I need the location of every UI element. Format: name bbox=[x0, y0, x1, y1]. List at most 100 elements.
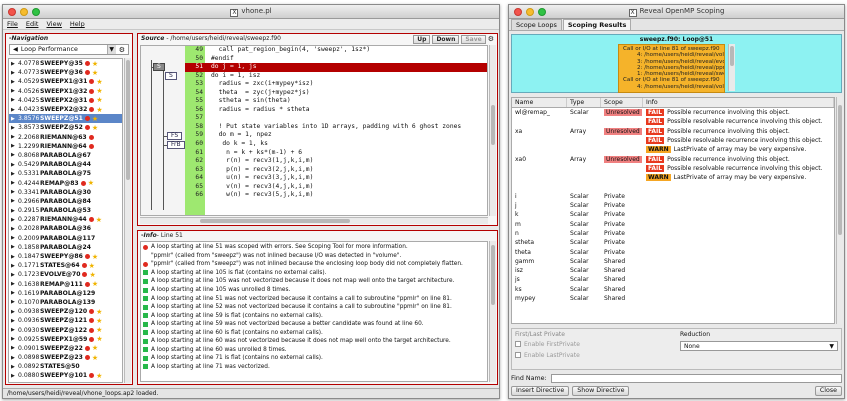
table-row[interactable]: stheta Scalar Private bbox=[512, 238, 834, 247]
call-path-line[interactable]: 3: /home/users/heidi/reveal/evolve.f90:2… bbox=[623, 59, 724, 65]
source-vscrollbar[interactable] bbox=[489, 45, 496, 216]
loop-list-item[interactable]: ▶ 3.8576 SWEEPZ@51 ★ bbox=[9, 114, 122, 124]
expand-triangle-icon[interactable]: ▶ bbox=[11, 107, 16, 113]
call-path-line[interactable]: 4: /home/users/heidi/reveal/volume.f90:3… bbox=[623, 84, 724, 90]
table-row[interactable]: WARN LastPrivate of array may be very exp… bbox=[512, 145, 834, 154]
table-row[interactable]: wl@remap_ Scalar Unresolved FAIL Possible re… bbox=[512, 108, 834, 117]
table-row[interactable]: WARN LastPrivate of array may be very exp… bbox=[512, 173, 834, 182]
expand-triangle-icon[interactable]: ▶ bbox=[11, 143, 16, 149]
code-line[interactable]: 62 r(n) = recv3(1,j,k,i,m) bbox=[185, 157, 487, 166]
expand-triangle-icon[interactable]: ▶ bbox=[11, 309, 16, 315]
info-scrollbar[interactable] bbox=[489, 241, 496, 382]
loop-list-item[interactable]: ▶ 0.0938 SWEEPZ@120 ★ bbox=[9, 307, 122, 316]
loop-list-item[interactable]: ▶ 0.2966 PARABOLA@84 bbox=[9, 197, 122, 206]
table-row[interactable]: gamm Scalar Shared bbox=[512, 257, 834, 266]
code-line[interactable]: 65 v(n) = recv3(4,j,k,i,m) bbox=[185, 183, 487, 192]
info-message[interactable]: A loop starting at line 71 is flat (cont… bbox=[141, 354, 487, 363]
loop-list-item[interactable]: ▶ 4.0778 SWEEPY@35 ★ bbox=[9, 59, 122, 68]
code-line[interactable]: 59 do m = 1, npez bbox=[185, 131, 487, 140]
expand-triangle-icon[interactable]: ▶ bbox=[11, 290, 16, 296]
menu-file[interactable]: File bbox=[7, 20, 18, 28]
expand-triangle-icon[interactable]: ▶ bbox=[11, 235, 16, 241]
source-code-area[interactable]: S S FS FrB 49 call pat_region_begin(4, '… bbox=[140, 45, 488, 216]
enable-firstprivate-checkbox[interactable] bbox=[515, 341, 521, 347]
code-line[interactable]: 60 do k = 1, ks bbox=[185, 140, 487, 149]
info-message[interactable]: A loop starting at line 105 was unrolled… bbox=[141, 286, 487, 295]
col-info[interactable]: Info bbox=[643, 98, 834, 107]
save-button[interactable]: Save bbox=[461, 35, 486, 44]
loop-list-item[interactable]: ▶ 0.8068 PARABOLA@67 bbox=[9, 151, 122, 160]
loop-list-item[interactable]: ▶ 0.1619 PARABOLA@129 bbox=[9, 289, 122, 298]
insert-directive-button[interactable]: Insert Directive bbox=[511, 386, 570, 396]
table-row[interactable]: theta Scalar Private bbox=[512, 247, 834, 256]
expand-triangle-icon[interactable]: ▶ bbox=[11, 162, 16, 168]
loop-list-item[interactable]: ▶ 2.2068 RIEMANN@63 bbox=[9, 133, 122, 142]
up-button[interactable]: Up bbox=[413, 35, 431, 44]
enable-firstprivate-option[interactable]: Enable FirstPrivate bbox=[515, 341, 580, 348]
reduction-select[interactable]: None ▼ bbox=[680, 341, 838, 351]
loop-list-item[interactable]: ▶ 4.0773 SWEEPY@36 ★ bbox=[9, 68, 122, 77]
table-row[interactable]: js Scalar Shared bbox=[512, 275, 834, 284]
expand-triangle-icon[interactable]: ▶ bbox=[11, 254, 16, 260]
gear-icon[interactable]: ⚙ bbox=[488, 35, 494, 43]
tree-node-fs[interactable]: FS bbox=[167, 132, 183, 140]
expand-triangle-icon[interactable]: ▶ bbox=[11, 345, 16, 351]
table-row[interactable]: m Scalar Private bbox=[512, 220, 834, 229]
call-path-line[interactable]: Call or I/O at line 81 of sweepz.f90 bbox=[623, 77, 720, 83]
info-message[interactable]: A loop starting at line 71 was vectorize… bbox=[141, 363, 487, 372]
table-row[interactable]: n Scalar Private bbox=[512, 229, 834, 238]
settings-icon[interactable]: ⚙ bbox=[119, 46, 125, 54]
expand-triangle-icon[interactable]: ▶ bbox=[11, 281, 16, 287]
chevron-down-icon[interactable]: ▼ bbox=[829, 343, 834, 350]
table-row[interactable]: xa0 Array Unresolved FAIL Possible recurrenc… bbox=[512, 154, 834, 163]
tab-scoping-results[interactable]: Scoping Results bbox=[562, 19, 632, 30]
loop-list-item[interactable]: ▶ 0.4244 REMAP@83 ★ bbox=[9, 178, 122, 187]
loop-list-item[interactable]: ▶ 0.2287 RIEMANN@44 ★ bbox=[9, 215, 122, 224]
loop-list-item[interactable]: ▶ 0.2009 PARABOLA@117 bbox=[9, 234, 122, 243]
expand-triangle-icon[interactable]: ▶ bbox=[11, 134, 16, 140]
info-message[interactable]: "ppmlr" (called from "sweepz") was not i… bbox=[141, 260, 487, 269]
expand-triangle-icon[interactable]: ▶ bbox=[11, 318, 16, 324]
expand-triangle-icon[interactable]: ▶ bbox=[11, 373, 16, 379]
window-titlebar[interactable]: Xvhone.pl bbox=[3, 5, 499, 19]
code-line[interactable]: 57 bbox=[185, 114, 487, 123]
loop-list-item[interactable]: ▶ 0.2028 PARABOLA@36 bbox=[9, 224, 122, 233]
table-row[interactable]: j Scalar Private bbox=[512, 201, 834, 210]
expand-triangle-icon[interactable]: ▶ bbox=[11, 61, 16, 67]
loop-list-item[interactable]: ▶ 0.0930 SWEEPZ@122 ★ bbox=[9, 325, 122, 334]
expand-triangle-icon[interactable]: ▶ bbox=[11, 355, 16, 361]
show-directive-button[interactable]: Show Directive bbox=[572, 386, 630, 396]
info-message[interactable]: A loop starting at line 60 was not vecto… bbox=[141, 337, 487, 346]
loop-list-item[interactable]: ▶ 0.0901 SWEEPZ@22 ★ bbox=[9, 344, 122, 353]
code-line[interactable]: 49 call pat_region_begin(4, 'sweepz', 1s… bbox=[185, 46, 487, 55]
loop-list-item[interactable]: ▶ 0.0925 SWEEPX1@59 ★ bbox=[9, 335, 122, 344]
code-line[interactable]: 58 ! Put state variables into 1D arrays,… bbox=[185, 123, 487, 132]
code-line[interactable]: 64 u(n) = recv3(3,j,k,i,m) bbox=[185, 174, 487, 183]
info-message[interactable]: A loop starting at line 52 was not vecto… bbox=[141, 303, 487, 312]
info-message[interactable]: A loop starting at line 51 was scoped wi… bbox=[141, 243, 487, 252]
table-row[interactable]: mypey Scalar Shared bbox=[512, 294, 834, 303]
table-row[interactable]: FAIL Possible resolvable recurrence invol… bbox=[512, 164, 834, 173]
table-row[interactable]: k Scalar Private bbox=[512, 210, 834, 219]
tab-scope-loops[interactable]: Scope Loops bbox=[511, 19, 562, 30]
expand-triangle-icon[interactable]: ▶ bbox=[11, 198, 16, 204]
loop-list-item[interactable]: ▶ 0.0898 SWEEPZ@23 ★ bbox=[9, 353, 122, 362]
down-button[interactable]: Down bbox=[432, 35, 460, 44]
expand-triangle-icon[interactable]: ▶ bbox=[11, 180, 16, 186]
close-button[interactable]: Close bbox=[814, 386, 842, 396]
expand-triangle-icon[interactable]: ▶ bbox=[11, 79, 16, 85]
find-name-input[interactable] bbox=[550, 374, 842, 383]
callbox-scrollbar[interactable] bbox=[728, 44, 735, 91]
expand-triangle-icon[interactable]: ▶ bbox=[11, 263, 16, 269]
loop-list-item[interactable]: ▶ 4.0423 SWEEPX2@32 ★ bbox=[9, 105, 122, 114]
loop-list-item[interactable]: ▶ 0.1638 REMAP@111 ★ bbox=[9, 280, 122, 289]
loop-list-item[interactable]: ▶ 1.2299 RIEMANN@64 bbox=[9, 142, 122, 151]
table-row[interactable]: isz Scalar Shared bbox=[512, 266, 834, 275]
expand-triangle-icon[interactable]: ▶ bbox=[11, 70, 16, 76]
enable-lastprivate-checkbox[interactable] bbox=[515, 352, 521, 358]
expand-triangle-icon[interactable]: ▶ bbox=[11, 208, 16, 214]
loop-list-item[interactable]: ▶ 0.1723 EVOLVE@70 ★ bbox=[9, 270, 122, 279]
loop-list-item[interactable]: ▶ 0.1771 STATES@64 ★ bbox=[9, 261, 122, 270]
loop-list-item[interactable]: ▶ 0.1858 PARABOLA@24 bbox=[9, 243, 122, 252]
call-path-line[interactable]: 4: /home/users/heidi/reveal/volume.f90:3… bbox=[623, 52, 724, 58]
